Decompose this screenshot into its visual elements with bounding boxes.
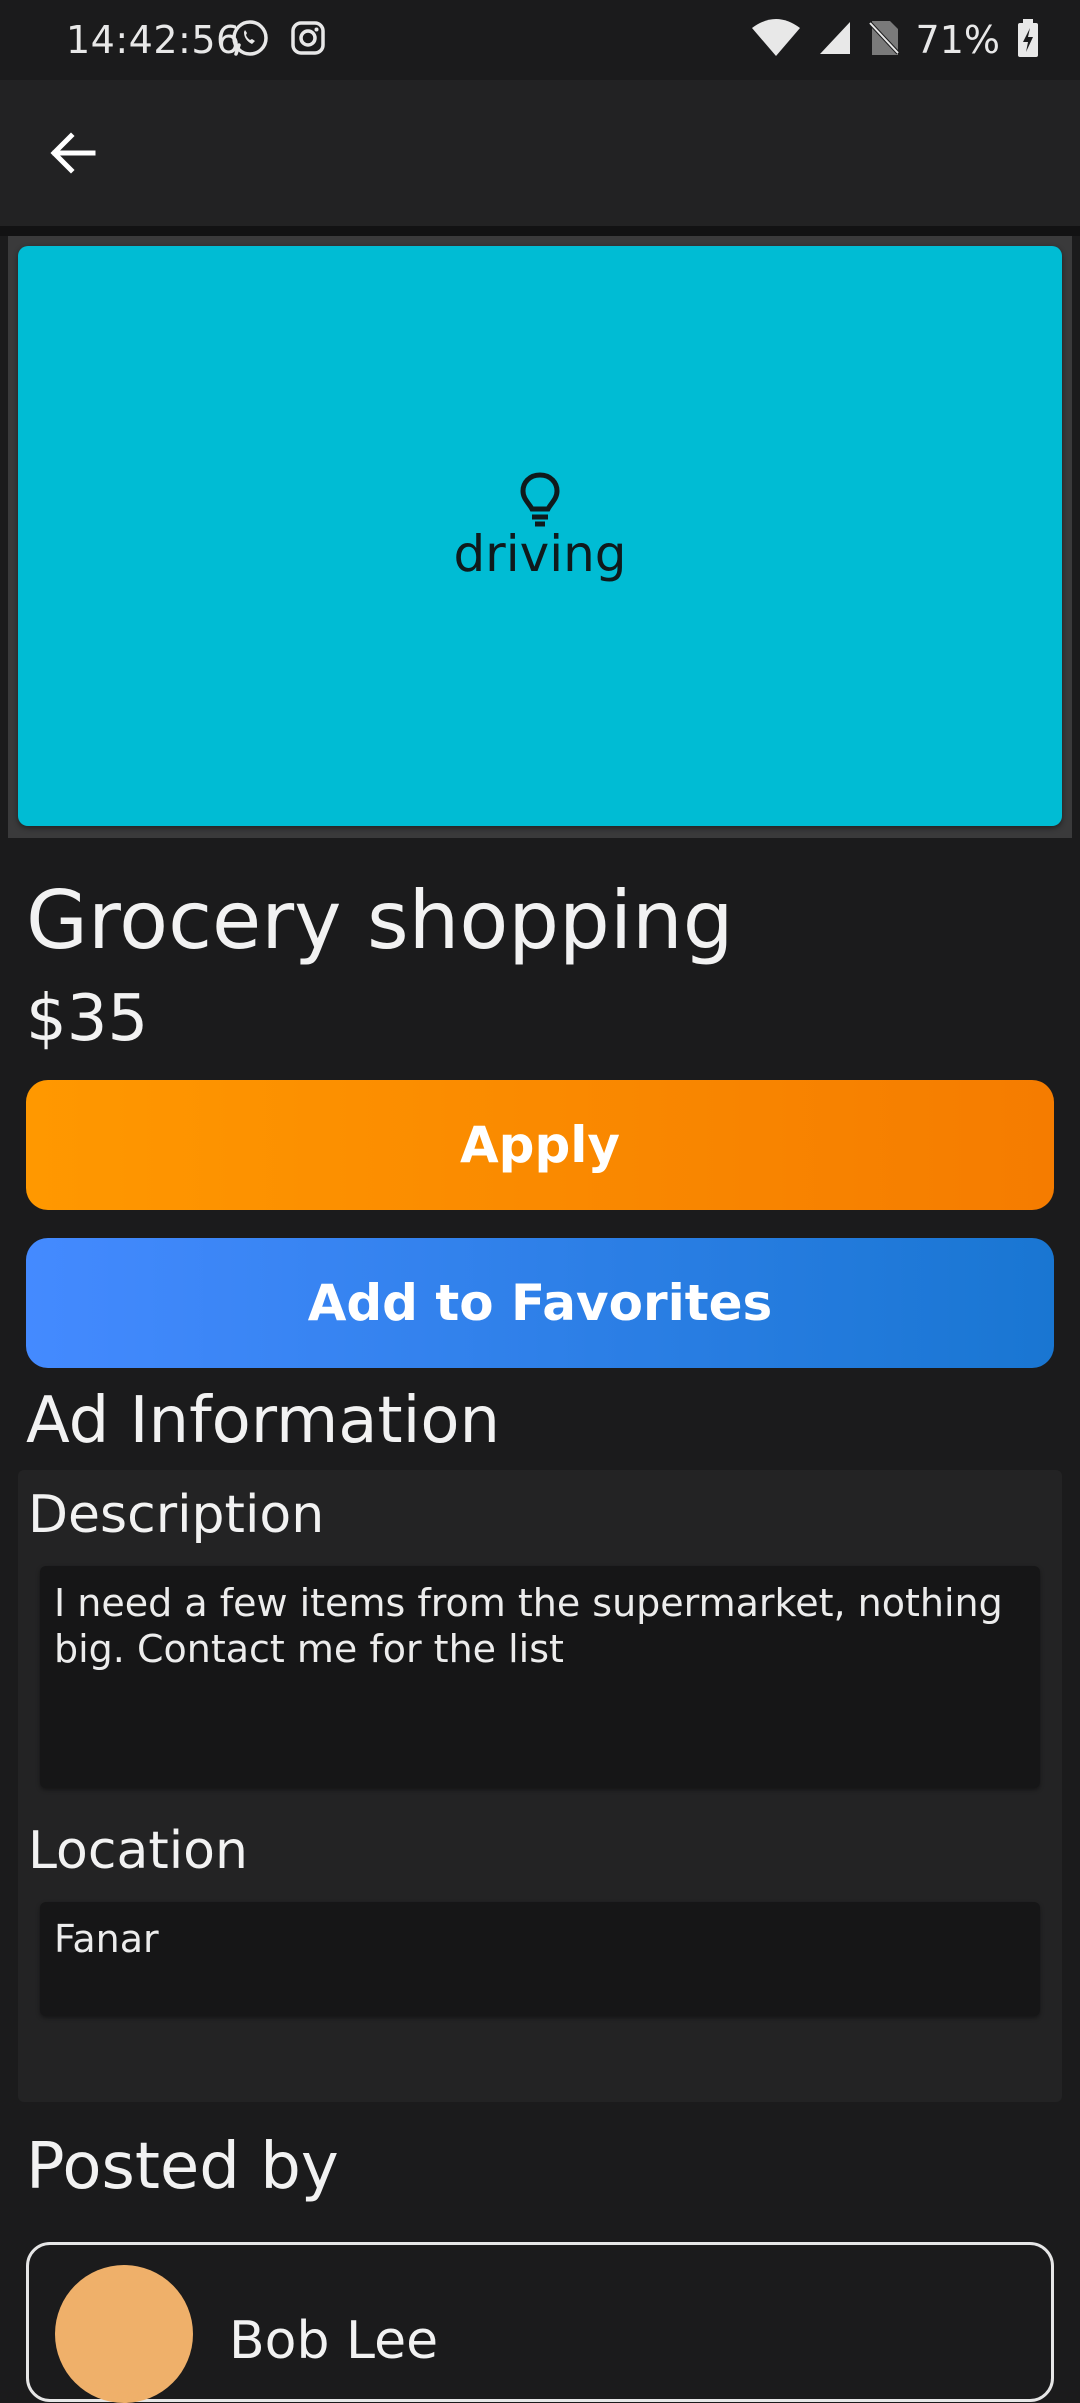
poster-card[interactable]: Bob Lee xyxy=(26,2242,1054,2403)
signal-icon xyxy=(818,20,852,60)
instagram-icon xyxy=(288,18,328,62)
status-bar: 14:42:56 71% xyxy=(0,0,1080,80)
ad-image: driving xyxy=(18,246,1062,826)
ad-price: $35 xyxy=(26,982,149,1056)
category-label: driving xyxy=(453,525,627,583)
app-bar xyxy=(0,80,1080,226)
ad-image-frame: driving xyxy=(8,236,1072,838)
wifi-icon xyxy=(750,18,802,62)
location-label: Location xyxy=(28,1821,248,1881)
status-time: 14:42:56 xyxy=(66,18,241,62)
app-bar-divider xyxy=(0,226,1080,236)
poster-name: Bob Lee xyxy=(229,2311,439,2371)
whatsapp-icon xyxy=(230,18,270,62)
back-button[interactable] xyxy=(28,120,118,190)
arrow-back-icon xyxy=(49,131,97,179)
ad-information-heading: Ad Information xyxy=(26,1384,501,1458)
posted-by-heading: Posted by xyxy=(26,2130,339,2204)
no-sim-icon xyxy=(868,19,900,61)
apply-button[interactable]: Apply xyxy=(26,1080,1054,1210)
add-to-favorites-button[interactable]: Add to Favorites xyxy=(26,1238,1054,1368)
notification-icons xyxy=(230,18,328,62)
location-field: Fanar xyxy=(40,1902,1040,2016)
battery-charging-icon xyxy=(1016,18,1040,62)
ad-information-panel: Description I need a few items from the … xyxy=(18,1470,1062,2102)
description-label: Description xyxy=(28,1485,325,1545)
ad-title: Grocery shopping xyxy=(26,874,734,967)
system-icons: 71% xyxy=(750,16,1040,64)
avatar xyxy=(55,2265,193,2403)
lightbulb-icon xyxy=(518,471,562,529)
description-field: I need a few items from the supermarket,… xyxy=(40,1566,1040,1788)
battery-percent: 71% xyxy=(915,18,1000,62)
